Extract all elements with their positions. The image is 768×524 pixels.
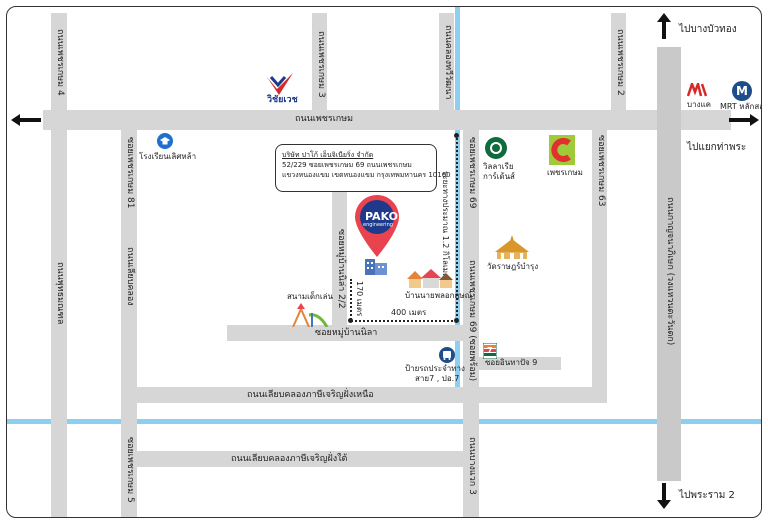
seven-eleven-text: 7: [487, 346, 493, 355]
pako-logo-text: PAKO: [365, 210, 398, 223]
arrow-north-icon: [657, 13, 671, 39]
arrow-east-icon: [729, 114, 759, 126]
map-frame: ถนนเพชรเกษม ถนนเพชรเกษม 4 ถนนเพชรเกษม 3 …: [6, 6, 762, 518]
bus-stop-icon: [439, 347, 455, 363]
distance-170m-label: 170 เมตร: [355, 281, 364, 317]
playground-icon: [292, 303, 329, 327]
road-canal-north-label: ถนนเลียบคลองภาษีเจริญฝั่งเหนือ: [247, 390, 374, 400]
route-dot-end: [348, 318, 353, 323]
road-inthanon-9-label: ซอยอินทาปัจ 9: [485, 358, 538, 367]
road-canal-south-label: ถนนเลียบคลองภาษีเจริญฝั่งใต้: [231, 454, 348, 464]
road-soi63-label: ซอยเพชรเกษม 63: [596, 135, 606, 207]
road-khlong-thawi-label: ถนนคลองทวีวัฒนา: [443, 25, 453, 100]
road-soi69-lower-label: ถนนเพชรเกษม 69 (ซอยพร้อม): [467, 260, 477, 382]
wittayawet-label: วิชัยเวช: [267, 95, 298, 105]
direction-north-label: ไปบางบัวทอง: [679, 24, 737, 35]
cafe-logo-icon: [485, 137, 507, 159]
temple-icon: [495, 235, 529, 259]
road-mid-lower-label: ถนนบางแวก 3: [467, 437, 477, 495]
road-soi81-label: ซอยเพชรเกษม 81: [125, 137, 135, 209]
road-petchkasem-label: ถนนเพชรเกษม: [295, 114, 354, 124]
company-address-line1: 52/229 ซอยเพชรเกษม 69 ถนนเพชรเกษม: [282, 161, 412, 169]
big-c-logo-icon: [549, 135, 575, 165]
village-label: บ้านนายพลอกฤษณ์: [405, 291, 473, 300]
mrt-label: MRT หลักสอง: [720, 102, 761, 111]
cafe-label-line2: การ์เด้นส์: [483, 172, 515, 181]
route-line-170m: [350, 279, 352, 320]
route-line-400m: [351, 320, 457, 322]
school-label: โรงเรียนเลิศหล้า: [139, 152, 197, 161]
road-petchkasem: [43, 110, 731, 130]
playground-label: สนามเด็กเล่น: [287, 292, 333, 301]
road-mu-ban-nila-label: ซอยหมู่บ้านนิลา: [315, 328, 378, 338]
arrow-west-icon: [11, 114, 41, 126]
road-left-mid-label: ถนนเลียบคลอง: [125, 247, 135, 306]
big-c-label: เพชรเกษม: [547, 168, 583, 177]
mrt-letter: M: [736, 84, 748, 98]
road-soi3-label: ถนนเพชรเกษม 3: [316, 31, 326, 98]
route-dot-corner: [454, 318, 459, 323]
makro-logo-icon: [687, 83, 707, 97]
school-icon: [157, 133, 173, 149]
company-address-line2: แขวงหนองแขม เขตหนองแขม กรุงเทพมหานคร 101…: [282, 171, 451, 179]
cafe-label-line1: วิลลาเรีย: [483, 162, 514, 171]
direction-east-label: ไปแยกท่าพระ: [687, 142, 747, 153]
route-dot-start: [454, 133, 459, 138]
makro-label: บางแค: [687, 100, 711, 109]
direction-south-label: ไปพระราม 2: [679, 490, 735, 501]
wittayawet-logo-icon: [267, 73, 293, 95]
road-nila-2-2-label: ซอยหมู่บ้านนิล่า 2/2: [336, 229, 346, 309]
pako-logo-subtext: engineering: [363, 222, 393, 228]
road-kanchanaphisek-label: ถนนกาญจนาภิเษก (วงแหวนตะวันตก): [665, 197, 675, 346]
company-name: บริษัท ปาโก้ เอ็นจิเนียริ่ง จำกัด: [282, 151, 374, 159]
road-soi69-top-label: ซอยเพชรเกษม 69: [467, 137, 477, 209]
road-left-lower-label: ซอยเพชรเกษม 5: [125, 437, 135, 503]
company-info-box: บริษัท ปาโก้ เอ็นจิเนียริ่ง จำกัด 52/229…: [275, 144, 451, 192]
bus-stop-label-line1: ป้ายรถประจำทาง: [405, 364, 465, 373]
arrow-south-icon: [657, 483, 671, 509]
village-icon: [407, 269, 453, 288]
distance-400m-label: 400 เมตร: [391, 308, 427, 317]
bus-stop-label-line2: สาย7 , ปอ.7: [415, 374, 460, 383]
road-soi2-label: ถนนเพชรเกษม 2: [615, 29, 625, 96]
distance-1-2km-label: ระยะทางประมาณ 1.2 กิโลเมตร: [441, 171, 450, 283]
temple-label: วัดราษฎร์บำรุง: [487, 262, 539, 271]
road-soi4-label: ถนนเพชรเกษม 4: [55, 29, 65, 96]
building-icon: [365, 259, 387, 275]
road-left-label: ถนนพุทธมณฑล: [55, 262, 65, 325]
